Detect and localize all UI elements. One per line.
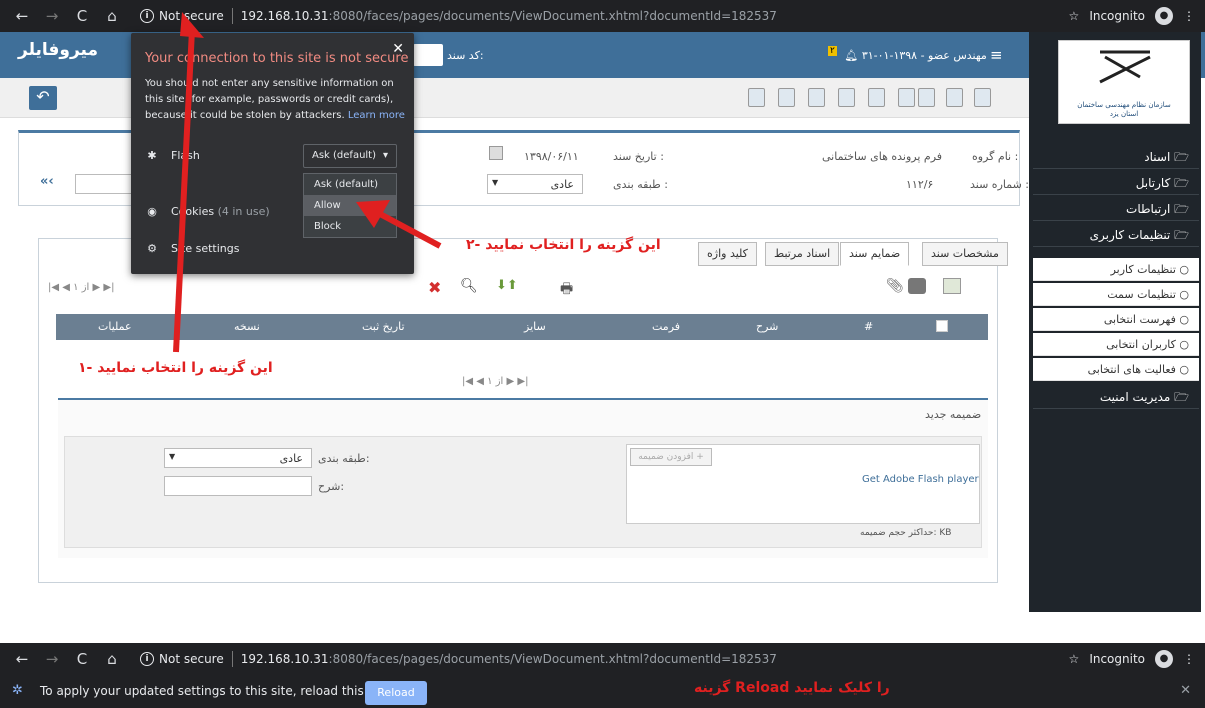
reload-button[interactable]: Reload <box>365 681 427 705</box>
incognito-label: Incognito <box>1089 652 1145 666</box>
close-icon[interactable]: ✕ <box>1180 683 1191 698</box>
bookmark-star-icon[interactable]: ☆ <box>1069 652 1080 666</box>
separator-gap <box>0 613 1205 643</box>
site-info-button[interactable]: i Not secure <box>140 652 224 666</box>
url-host[interactable]: 192.168.10.31 <box>241 652 329 666</box>
browser-right-controls: ☆ Incognito ● ⋮ <box>1069 650 1195 668</box>
home-icon[interactable]: ⌂ <box>104 650 120 668</box>
url-path[interactable]: :8080/faces/pages/documents/ViewDocument… <box>329 652 777 666</box>
not-secure-label: Not secure <box>159 652 224 666</box>
annotation-step3: گزینه Reload را کلیک نمایید <box>694 680 890 696</box>
settings-gear-icon: ✲ <box>12 683 23 698</box>
infobar-message: To apply your updated settings to this s… <box>40 684 398 698</box>
divider <box>231 651 233 667</box>
annotation-step1: ۱- این گزینه را انتخاب نمایید <box>78 360 273 376</box>
browser-toolbar-2: ← → C ⌂ i Not secure 192.168.10.31 :8080… <box>0 643 1205 675</box>
back-icon[interactable]: ← <box>14 650 30 668</box>
browser-menu-icon[interactable]: ⋮ <box>1183 652 1195 666</box>
incognito-icon: ● <box>1155 650 1173 668</box>
info-icon: i <box>140 652 154 666</box>
forward-icon[interactable]: → <box>44 650 60 668</box>
annotation-arrows <box>173 12 650 702</box>
annotation-step2: ۲- این گزینه را انتخاب نمایید <box>466 237 661 253</box>
reload-icon[interactable]: C <box>74 650 90 668</box>
reload-infobar: ✲ To apply your updated settings to this… <box>0 675 1205 708</box>
